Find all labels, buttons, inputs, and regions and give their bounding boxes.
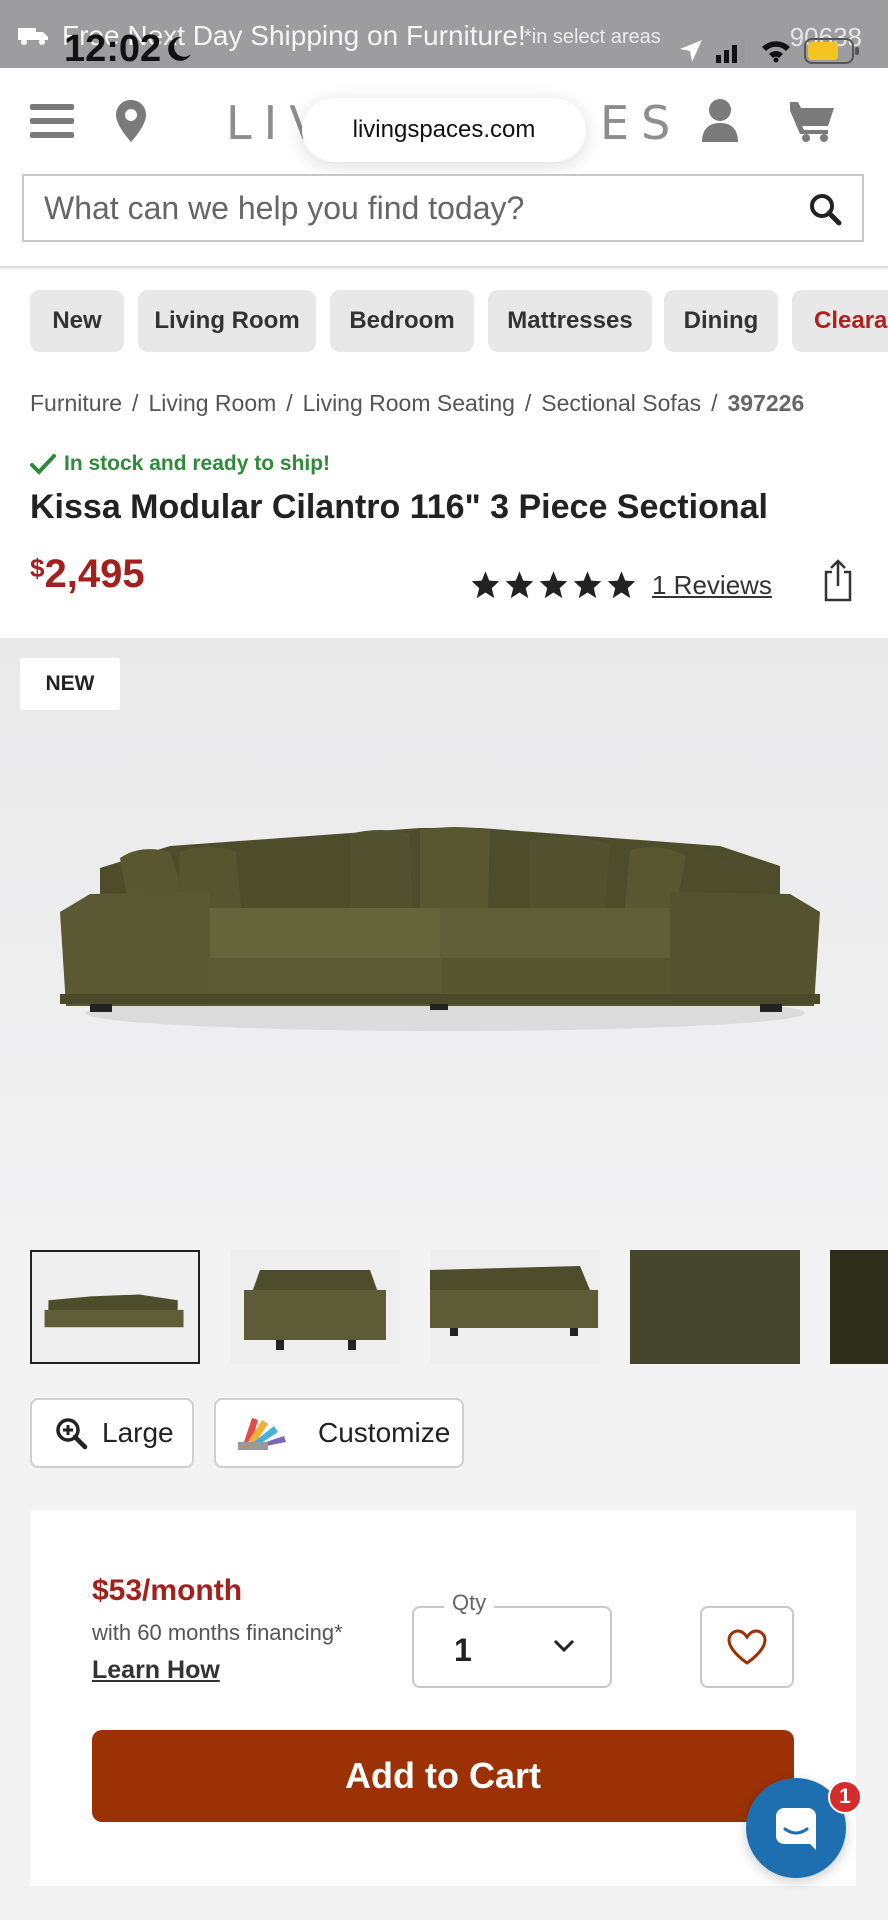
breadcrumb-separator: / — [711, 390, 718, 416]
breadcrumb-item[interactable]: Furniture — [30, 390, 122, 417]
customize-label: Customize — [318, 1417, 451, 1448]
location-pin-icon[interactable] — [114, 98, 148, 144]
large-label: Large — [102, 1417, 174, 1448]
truck-icon — [18, 28, 48, 45]
search-icon[interactable] — [808, 192, 842, 226]
wishlist-button[interactable] — [700, 1606, 794, 1688]
thumbnail-detail[interactable] — [830, 1250, 888, 1364]
breadcrumb-sku: 397226 — [727, 390, 805, 416]
status-icons — [678, 34, 860, 68]
color-swatch-icon — [238, 1418, 286, 1450]
chat-notification-badge: 1 — [828, 1780, 862, 1814]
breadcrumb-item[interactable]: Sectional Sofas — [541, 390, 701, 417]
category-chip-clearance[interactable]: Clearan — [792, 290, 888, 352]
battery-icon — [804, 38, 859, 64]
product-title: Kissa Modular Cilantro 116" 3 Piece Sect… — [30, 488, 768, 526]
location-arrow-icon — [680, 40, 702, 62]
url-bar[interactable]: livingspaces.com — [302, 98, 586, 162]
price-currency: $ — [30, 553, 45, 583]
zoom-in-icon — [56, 1418, 88, 1450]
status-time: 12:02 — [64, 28, 162, 70]
star-icon — [505, 571, 534, 599]
breadcrumb-item[interactable]: Living Room Seating — [303, 390, 515, 417]
learn-how-link[interactable]: Learn How — [92, 1656, 220, 1685]
thumbnail-strip — [0, 1218, 888, 1378]
signal-icon — [716, 40, 745, 63]
breadcrumb-separator: / — [286, 390, 293, 416]
thumbnail-sectional-front[interactable] — [30, 1250, 200, 1364]
chat-icon — [776, 1808, 816, 1850]
breadcrumb-separator: / — [524, 390, 532, 416]
product-image[interactable]: NEW — [0, 638, 888, 1218]
thumbnail-fabric-swatch[interactable] — [630, 1250, 800, 1364]
category-chip-bedroom[interactable]: Bedroom — [330, 290, 474, 352]
chevron-down-icon — [553, 1639, 575, 1653]
star-icon — [573, 571, 602, 599]
star-icon — [539, 571, 568, 599]
category-chip-dining[interactable]: Dining — [664, 290, 778, 352]
account-icon[interactable] — [700, 98, 740, 142]
category-chip-new[interactable]: New — [30, 290, 124, 352]
reviews-link[interactable]: 1 Reviews — [652, 570, 772, 601]
purchase-card: $53/month with 60 months financing* Lear… — [30, 1510, 856, 1886]
category-nav: New Living Room Bedroom Mattresses Dinin… — [0, 270, 888, 378]
checkmark-icon — [30, 454, 56, 475]
customize-button[interactable]: Customize — [214, 1398, 464, 1468]
new-badge: NEW — [20, 658, 120, 710]
brand-logo-right[interactable]: ES — [600, 96, 682, 150]
large-view-button[interactable]: Large — [30, 1398, 194, 1468]
heart-icon — [727, 1629, 767, 1665]
menu-icon[interactable] — [30, 104, 74, 144]
promo-note: *in select areas — [524, 26, 661, 48]
site-header: LIV ES livingspaces.com — [0, 68, 888, 268]
star-icon — [471, 571, 500, 599]
product-price: $2,495 — [30, 552, 145, 597]
price-amount: 2,495 — [44, 552, 145, 596]
qty-label: Qty — [444, 1590, 495, 1616]
thumbnail-image — [230, 1250, 400, 1364]
cart-icon[interactable] — [790, 100, 836, 142]
wifi-icon — [762, 41, 790, 63]
star-icon — [607, 571, 636, 599]
thumbnail-image — [430, 1250, 600, 1364]
breadcrumb: Furniture / Living Room / Living Room Seat… — [30, 390, 804, 417]
share-icon[interactable] — [822, 558, 854, 602]
category-chip-living-room[interactable]: Living Room — [138, 290, 316, 352]
search-box — [22, 174, 864, 242]
moon-icon — [168, 36, 191, 61]
search-input[interactable] — [44, 176, 784, 240]
rating-stars[interactable] — [470, 570, 637, 600]
breadcrumb-separator: / — [132, 390, 139, 416]
category-chip-mattresses[interactable]: Mattresses — [488, 290, 652, 352]
quantity-value: 1 — [454, 1632, 472, 1668]
breadcrumb-item[interactable]: Living Room — [148, 390, 276, 417]
monthly-price: $53/month — [92, 1574, 243, 1607]
quantity-select[interactable]: 1 — [412, 1606, 612, 1688]
product-info: Furniture / Living Room / Living Room Seat… — [0, 378, 888, 638]
add-to-cart-button[interactable]: Add to Cart — [92, 1730, 794, 1822]
thumbnail-image — [32, 1252, 198, 1362]
thumbnail-sofa-angle[interactable] — [430, 1250, 600, 1364]
sectional-sofa-image — [60, 827, 820, 1031]
financing-text: with 60 months financing* — [92, 1620, 343, 1645]
stock-status: In stock and ready to ship! — [30, 452, 330, 476]
stock-text: In stock and ready to ship! — [64, 452, 331, 475]
thumbnail-sofa-front[interactable] — [230, 1250, 400, 1364]
